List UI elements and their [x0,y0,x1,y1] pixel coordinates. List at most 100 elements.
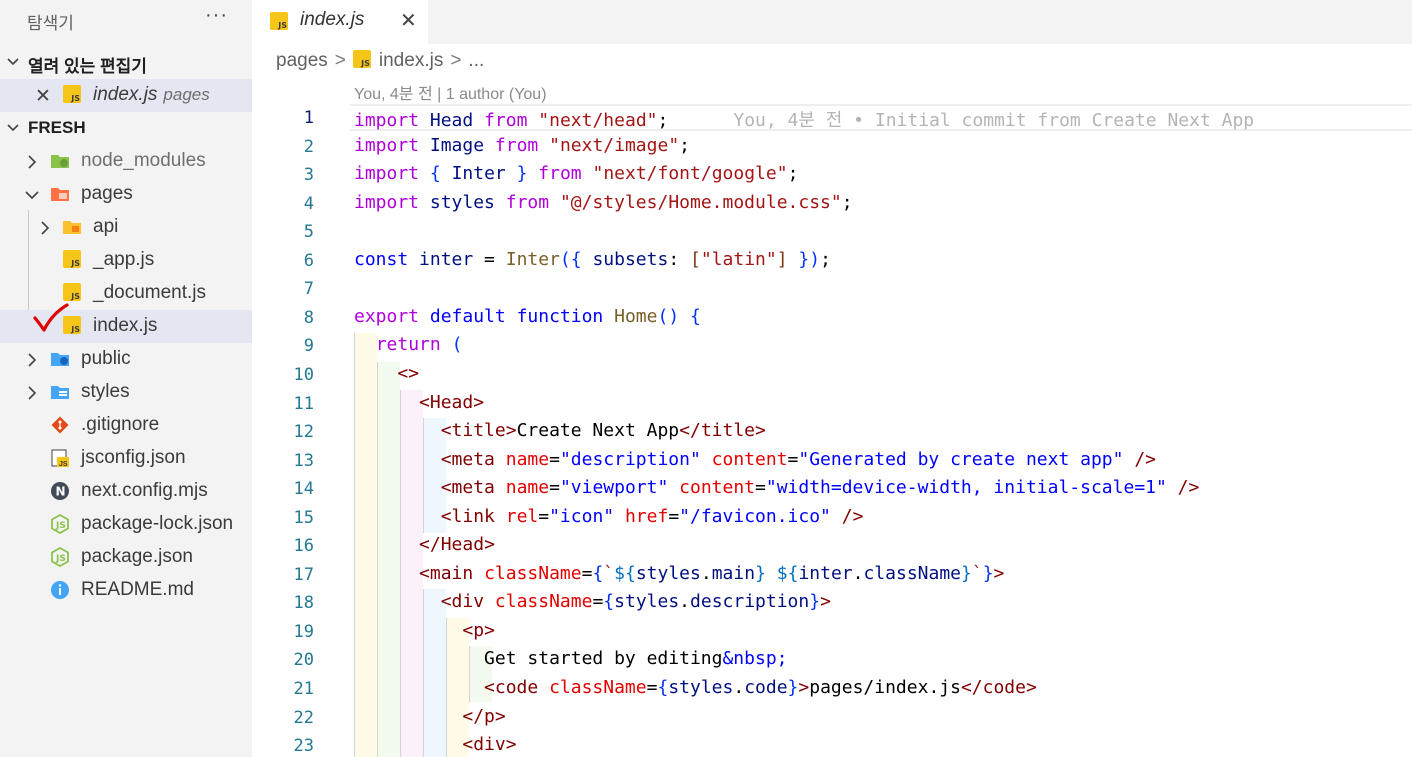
open-editors-section-header[interactable]: 열려 있는 편집기 [0,46,252,78]
folder-api-icon [63,221,81,234]
line-number: 8 [303,307,314,328]
svg-text:JS: JS [55,521,66,531]
code-line[interactable]: return ( [354,334,463,355]
line-number: 5 [303,222,314,243]
chevron-down-icon [7,58,19,66]
open-editor-item[interactable]: ✕ JS index.js pages [0,79,252,112]
line-number: 11 [293,393,314,414]
tab-index-js[interactable]: JS index.js ✕ [252,0,428,44]
code-line[interactable]: const inter = Inter({ subsets: ["latin"]… [354,249,831,270]
chevron-down-icon [25,191,39,200]
tree-item-readme[interactable]: README.md [0,574,252,607]
line-number: 9 [303,336,314,357]
tree-item-next-config[interactable]: N next.config.mjs [0,475,252,508]
git-icon [51,416,69,434]
chevron-right-icon [28,155,37,169]
line-number: 20 [293,650,314,671]
nodejs-icon: JS [51,547,69,567]
svg-text:N: N [56,485,66,499]
explorer-header: 탐색기 ··· [0,0,252,40]
tree-item-jsconfig[interactable]: JS jsconfig.json [0,442,252,475]
line-number: 23 [293,736,314,757]
line-number: 22 [293,707,314,728]
code-line[interactable]: import Image from "next/image"; [354,135,690,156]
close-icon[interactable]: ✕ [35,85,51,108]
nodejs-icon: JS [51,514,69,534]
line-number: 6 [303,250,314,271]
code-line[interactable]: </p> [354,706,505,727]
js-file-icon: JS [270,12,288,35]
folder-styles-icon [51,386,69,399]
project-section-header[interactable]: FRESH [0,112,252,144]
code-line[interactable]: Get started by editing&nbsp; [354,648,787,669]
editor-tab-bar: JS index.js ✕ [252,0,1412,44]
svg-text:JS: JS [59,461,68,468]
code-line[interactable]: <code className={styles.code}>pages/inde… [354,677,1037,698]
line-number: 18 [293,593,314,614]
code-line[interactable]: <title>Create Next App</title> [354,420,766,441]
red-checkmark-icon [33,303,69,332]
js-file-icon: JS [63,283,83,303]
folder-pages-icon [51,188,69,201]
line-number: 19 [293,621,314,642]
tree-item-api[interactable]: api [0,211,252,244]
tree-item-public[interactable]: public [0,343,252,376]
code-line[interactable]: <meta name="description" content="Genera… [354,449,1156,470]
chevron-down-icon [7,124,19,132]
tree-item-app-js[interactable]: JS _app.js [0,244,252,277]
close-icon[interactable]: ✕ [400,8,417,33]
line-number: 17 [293,564,314,585]
tree-item-package-lock[interactable]: JS package-lock.json [0,508,252,541]
line-number: 16 [293,536,314,557]
svg-text:JS: JS [55,554,66,564]
code-line[interactable]: import Head from "next/head"; You, 4분 전 … [354,106,1254,132]
explorer-sidebar: 탐색기 ··· 열려 있는 편집기 ✕ JS index.js pages FRE… [0,0,252,757]
line-number: 4 [303,193,314,214]
chevron-right-icon: > [450,50,462,71]
open-editor-filename: index.js [93,84,158,105]
code-line[interactable]: <p> [354,620,495,641]
folder-public-icon [51,353,69,366]
code-line[interactable]: import styles from "@/styles/Home.module… [354,192,853,213]
code-line[interactable]: <main className={`${styles.main} ${inter… [354,563,1004,584]
code-line[interactable]: <meta name="viewport" content="width=dev… [354,477,1200,498]
code-line[interactable]: <Head> [354,392,484,413]
tree-item-node-modules[interactable]: node_modules [0,145,252,178]
chevron-right-icon [41,221,50,235]
js-file-icon: JS [63,250,83,270]
line-number: 21 [293,679,314,699]
tree-item-gitignore[interactable]: .gitignore [0,409,252,442]
breadcrumb: pages > JS index.js >... [276,50,484,76]
code-line[interactable]: </Head> [354,534,495,555]
code-line[interactable]: <> [354,363,419,384]
folder-node-icon [51,155,69,168]
code-line[interactable]: <div> [354,734,516,755]
indent-band [423,589,446,757]
breadcrumb-file[interactable]: index.js [379,50,443,71]
chevron-right-icon [28,386,37,400]
project-title: FRESH [28,118,86,137]
line-number: 1 [303,108,314,128]
indent-guide [423,589,424,757]
chevron-right-icon: > [334,50,346,71]
breadcrumb-folder[interactable]: pages [276,50,328,71]
codelens-blame[interactable]: You, 4분 전 | 1 author (You) [354,80,547,104]
code-line[interactable]: <div className={styles.description}> [354,591,831,612]
line-number: 14 [293,479,314,500]
more-actions-icon[interactable]: ··· [205,4,228,27]
code-line[interactable]: <link rel="icon" href="/favicon.ico" /> [354,506,864,527]
code-line[interactable]: export default function Home() { [354,306,701,327]
tree-item-package-json[interactable]: JS package.json [0,541,252,574]
tree-item-pages[interactable]: pages [0,178,252,211]
line-number: 3 [303,165,314,186]
open-editor-description: pages [163,85,210,104]
line-number: 10 [293,364,314,385]
tree-item-styles[interactable]: styles [0,376,252,409]
line-number: 13 [293,450,314,471]
breadcrumb-more[interactable]: ... [468,50,484,71]
line-number: 12 [293,422,314,443]
code-line[interactable]: import { Inter } from "next/font/google"… [354,163,798,184]
line-number: 2 [303,136,314,157]
open-editors-title: 열려 있는 편집기 [28,57,147,76]
nextjs-icon: N [51,482,69,500]
